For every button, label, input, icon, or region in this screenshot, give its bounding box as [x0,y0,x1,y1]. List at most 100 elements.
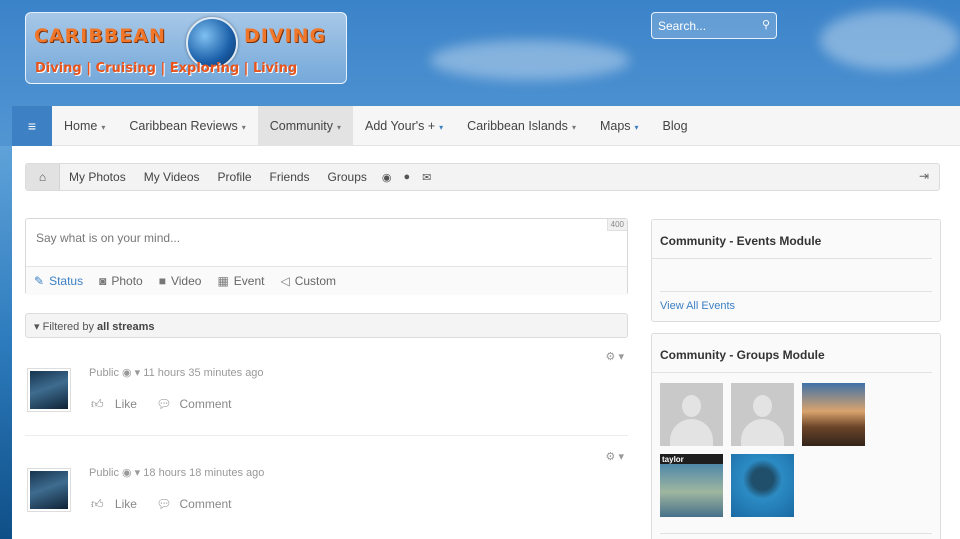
comment-label: Comment [179,497,232,511]
avatar[interactable] [27,368,71,412]
like-button[interactable]: 👍︎ Like [91,497,145,511]
tab-label: Custom [294,274,337,288]
like-label: Like [114,497,137,511]
chevron-down-icon: ▾ [439,123,444,132]
events-module-title: Community - Events Module [652,220,932,259]
group-thumbnail[interactable] [660,383,723,446]
chevron-down-icon: ▾ [241,123,246,132]
toolbar-link-my-photos[interactable]: My Photos [60,170,135,184]
gear-icon[interactable]: ⚙ ▾ [606,350,624,363]
filter-value: all streams [97,321,155,333]
group-thumbnail[interactable] [731,383,794,446]
comment-button[interactable]: 💬︎ Comment [156,397,239,411]
logout-icon[interactable]: ⇥ [919,169,929,183]
stream-filter[interactable]: ▾ Filtered by all streams [25,313,628,338]
group-thumbnail[interactable] [731,454,794,517]
group-thumbnail[interactable] [802,383,865,446]
divider [25,435,628,436]
pencil-icon: ✎ [34,274,45,288]
search-icon[interactable]: ⚲ [762,18,770,31]
background-decoration [0,146,12,539]
calendar-icon: ▦ [217,274,229,288]
avatar[interactable] [27,468,71,512]
post-actions: 👍︎ Like 💬︎ Comment [91,397,248,412]
video-camera-icon: ■ [158,274,166,288]
main-navbar: ≡ Home ▾ Caribbean Reviews ▾ Community ▾ Ad… [12,106,960,146]
gear-icon[interactable]: ⚙ ▾ [606,450,624,463]
bullhorn-icon: ◁ [280,274,290,288]
privacy-label[interactable]: Public [89,367,119,379]
toolbar-link-friends[interactable]: Friends [261,170,319,184]
like-button[interactable]: 👍︎ Like [91,397,145,411]
site-logo[interactable]: CARIBBEAN DIVING Diving | Cruising | Exp… [25,12,347,84]
comment-icon: 💬︎ [156,497,172,511]
toolbar-link-my-videos[interactable]: My Videos [135,170,209,184]
chevron-down-icon: ▾ [634,123,639,132]
privacy-label[interactable]: Public [89,467,119,479]
logo-tagline: Diving | Cruising | Exploring | Living [35,61,298,76]
comment-label: Comment [179,397,232,411]
logo-text-right: DIVING [244,25,327,47]
status-input-placeholder: Say what is on your mind... [36,231,181,245]
thumbs-up-icon: 👍︎ [91,497,104,511]
thumbs-up-icon: 👍︎ [91,397,104,411]
groups-module: Community - Groups Module taylor [651,333,941,539]
nav-items: Home ▾ Caribbean Reviews ▾ Community ▾ Add … [52,106,700,146]
comment-icon: 💬︎ [156,397,172,411]
hamburger-menu-icon[interactable]: ≡ [12,106,52,146]
nav-item-caribbean-islands[interactable]: Caribbean Islands ▾ [455,106,588,146]
globe-icon[interactable]: ◉ [376,171,398,184]
thumbnail-caption: taylor [662,455,684,464]
tab-label: Photo [111,274,143,288]
envelope-icon[interactable]: ✉ [416,171,437,184]
comment-button[interactable]: 💬︎ Comment [156,497,239,511]
post-timestamp[interactable]: 11 hours 35 minutes ago [143,367,263,379]
tab-photo[interactable]: ◙ Photo [99,274,143,288]
tab-label: Video [170,274,202,288]
events-module: Community - Events Module View All Event… [651,219,941,322]
camera-icon: ◙ [99,274,107,288]
nav-item-label: Blog [662,119,688,133]
post-timestamp[interactable]: 18 hours 18 minutes ago [143,467,264,479]
globe-icon[interactable]: ◉ ▾ [122,467,140,479]
nav-item-label: Home [64,119,98,133]
tab-label: Event [233,274,265,288]
nav-item-label: Community [269,119,333,133]
toolbar-link-groups[interactable]: Groups [319,170,376,184]
like-label: Like [114,397,137,411]
tab-video[interactable]: ■ Video [159,274,202,288]
post-meta: Public ◉ ▾ 11 hours 35 minutes ago [89,366,264,379]
nav-item-label: Maps [599,119,631,133]
status-composer: Say what is on your mind... 400 ✎ Status … [25,218,628,295]
community-toolbar: ⌂ My Photos My Videos Profile Friends Gr… [25,163,940,191]
search-input[interactable]: Search... ⚲ [651,12,777,39]
nav-item-home[interactable]: Home ▾ [52,106,117,146]
nav-item-maps[interactable]: Maps ▾ [588,106,651,146]
char-counter: 400 [606,219,627,231]
group-thumbnail[interactable]: taylor [660,454,723,517]
chevron-down-icon: ▾ [571,123,576,132]
nav-item-caribbean-reviews[interactable]: Caribbean Reviews ▾ [117,106,257,146]
groups-grid: taylor [652,373,942,525]
nav-item-label: Add Your's + [365,119,436,133]
site-header: CARIBBEAN DIVING Diving | Cruising | Exp… [0,0,960,106]
tab-custom[interactable]: ◁ Custom [280,274,336,288]
status-input[interactable]: Say what is on your mind... 400 [26,219,627,267]
chevron-down-icon: ▾ [336,123,341,132]
nav-item-add-yours[interactable]: Add Your's + ▾ [353,106,455,146]
stream-item: ⚙ ▾ Public ◉ ▾ 11 hours 35 minutes ago 👍… [25,346,628,436]
nav-item-blog[interactable]: Blog [651,106,700,146]
tab-status[interactable]: ✎ Status [34,274,83,288]
post-actions: 👍︎ Like 💬︎ Comment [91,497,248,512]
view-all-events-link[interactable]: View All Events [652,292,940,321]
caret-down-icon: ▾ [34,321,40,333]
toolbar-link-profile[interactable]: Profile [209,170,261,184]
user-icon[interactable]: ● [398,171,417,183]
nav-item-community[interactable]: Community ▾ [257,106,353,146]
home-icon[interactable]: ⌂ [26,164,60,190]
main-content: ⌂ My Photos My Videos Profile Friends Gr… [12,146,960,539]
events-list [660,259,932,292]
globe-icon[interactable]: ◉ ▾ [122,367,140,379]
tab-event[interactable]: ▦ Event [217,274,264,288]
search-placeholder: Search... [658,19,707,33]
